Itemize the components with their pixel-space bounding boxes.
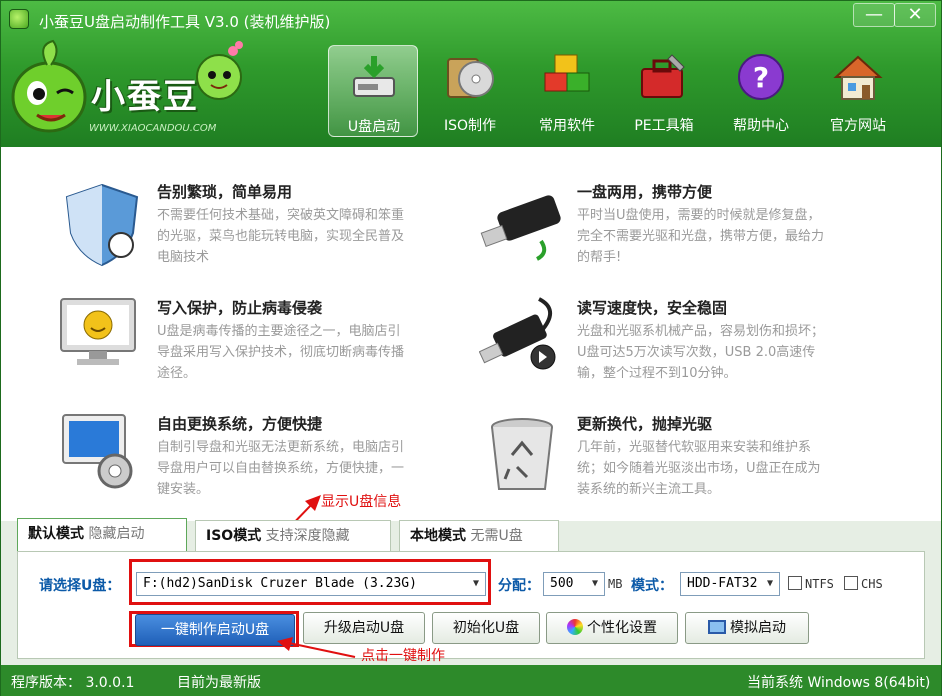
tab-main-label: ISO模式: [206, 528, 262, 544]
monitor-smiley-icon: [60, 298, 136, 365]
color-wheel-icon: [567, 619, 583, 635]
help-icon: ?: [738, 54, 784, 100]
nav-label: 官方网站: [830, 118, 886, 134]
nav-iso[interactable]: ISO制作: [425, 45, 515, 137]
mode-label: 模式：: [631, 578, 673, 594]
chevron-down-icon: ▼: [472, 578, 480, 589]
shield-icon: [65, 183, 139, 267]
chevron-down-icon: ▼: [591, 578, 599, 589]
toolbox-icon: [641, 54, 685, 98]
logo-text: 小蚕豆: [91, 77, 199, 117]
window-title: 小蚕豆U盘启动制作工具 V3.0 (装机维护版): [39, 13, 331, 31]
feature-write-protect: 写入保护，防止病毒侵袭 U盘是病毒传播的主要途径之一，电脑店引导盘采用写入保护技…: [59, 295, 479, 405]
simulate-label: 模拟启动: [730, 620, 786, 636]
annotation-click-make: 点击一键制作: [361, 648, 445, 664]
app-icon: [9, 9, 29, 29]
usb-drive-value: F:(hd2)SanDisk Cruzer Blade (3.23G): [143, 576, 417, 591]
feature-dual-use: 一盘两用，携带方便 平时当U盘使用，需要的时候就是修复盘，完全不需要光驱和光盘，…: [479, 181, 899, 291]
nav-pe-toolbox[interactable]: PE工具箱: [619, 45, 709, 137]
feature-desc: 光盘和光驱系机械产品，容易划伤和损坏；U盘可达5万次读写次数，USB 2.0高速…: [577, 324, 825, 381]
init-usb-button[interactable]: 初始化U盘: [432, 612, 540, 644]
feature-desc: U盘是病毒传播的主要途径之一，电脑店引导盘采用写入保护技术，彻底切断病毒传播途径…: [157, 324, 405, 381]
feature-title: 更新换代，抛掉光驱: [577, 415, 713, 433]
feature-desc: 不需要任何技术基础，突破英文障碍和笨重的光驱，菜鸟也能玩转电脑，实现全民普及电脑…: [157, 208, 405, 265]
header: 小蚕豆U盘启动制作工具 V3.0 (装机维护版) — ✕ 小蚕豆 WWW.XIA…: [1, 1, 941, 147]
feature-title: 读写速度快，安全稳固: [577, 299, 728, 317]
partition-select[interactable]: 500 ▼: [543, 572, 605, 596]
usb-stick-icon: [480, 195, 561, 261]
tab-local-mode[interactable]: 本地模式 无需U盘: [399, 520, 559, 552]
current-system-text: 当前系统 Windows 8(64bit): [747, 675, 931, 691]
personalize-button[interactable]: 个性化设置: [546, 612, 678, 644]
feature-title: 告别繁琐，简单易用: [157, 183, 293, 201]
tab-default-mode[interactable]: 默认模式 隐藏启动: [17, 518, 187, 552]
select-usb-label: 请选择U盘：: [39, 578, 121, 594]
usb-drive-select[interactable]: F:(hd2)SanDisk Cruzer Blade (3.23G) ▼: [136, 572, 486, 596]
minimize-button[interactable]: —: [853, 3, 895, 27]
tab-main-label: 默认模式: [28, 526, 84, 542]
computer-gear-icon: [62, 414, 133, 489]
partition-label: 分配：: [498, 578, 540, 594]
feature-desc: 平时当U盘使用，需要的时候就是修复盘，完全不需要光驱和光盘，携带方便，最给力的帮…: [577, 208, 825, 265]
status-bar: 程序版本： 3.0.0.1 目前为最新版 当前系统 Windows 8(64bi…: [1, 665, 941, 696]
nav-label: 常用软件: [539, 118, 595, 134]
home-icon: [833, 55, 883, 100]
logo-url: WWW.XIAOCANDOU.COM: [89, 123, 217, 134]
feature-title: 写入保护，防止病毒侵袭: [157, 299, 323, 317]
usb-cable-icon: [479, 297, 556, 370]
tab-iso-mode[interactable]: ISO模式 支持深度隐藏: [195, 520, 391, 552]
svg-text:?: ?: [753, 61, 769, 94]
mode-value: HDD-FAT32: [687, 576, 758, 591]
feature-replace-drive: 更新换代，抛掉光驱 几年前，光驱替代软驱用来安装和维护系统；如今随着光驱淡出市场…: [479, 409, 899, 519]
close-button[interactable]: ✕: [894, 3, 936, 27]
tab-sub-label: 无需U盘: [470, 528, 523, 544]
chs-checkbox[interactable]: [844, 576, 858, 590]
partition-value: 500: [550, 576, 574, 591]
software-cubes-icon: [544, 54, 590, 92]
nav-label: PE工具箱: [634, 118, 694, 134]
nav-label: 帮助中心: [733, 118, 789, 134]
feature-easy-to-use: 告别繁琐，简单易用 不需要任何技术基础，突破英文障碍和笨重的光驱，菜鸟也能玩转电…: [59, 181, 479, 291]
app-window: 小蚕豆U盘启动制作工具 V3.0 (装机维护版) — ✕ 小蚕豆 WWW.XIA…: [0, 0, 942, 696]
feature-fast-speed: 读写速度快，安全稳固 光盘和光驱系机械产品，容易划伤和损坏；U盘可达5万次读写次…: [479, 295, 899, 405]
nav-website[interactable]: 官方网站: [813, 45, 903, 137]
nav-software[interactable]: 常用软件: [522, 45, 612, 137]
tab-sub-label: 支持深度隐藏: [265, 528, 350, 544]
tab-main-label: 本地模式: [410, 528, 466, 544]
usb-drive-icon: [353, 56, 395, 97]
latest-version-text: 目前为最新版: [177, 675, 261, 691]
personalize-label: 个性化设置: [587, 620, 657, 636]
annotation-show-info: 显示U盘信息: [321, 494, 402, 510]
ntfs-label: NTFS: [805, 577, 834, 591]
feature-title: 一盘两用，携带方便: [577, 183, 713, 201]
partition-unit: MB: [608, 577, 623, 591]
feature-area: 告别繁琐，简单易用 不需要任何技术基础，突破英文障碍和笨重的光驱，菜鸟也能玩转电…: [1, 147, 941, 558]
nav-label: U盘启动: [347, 119, 401, 135]
recycle-bin-icon: [491, 418, 553, 490]
chevron-down-icon: ▼: [766, 578, 774, 589]
annotation-arrow-left: [277, 637, 356, 658]
monitor-icon: [708, 620, 726, 634]
ntfs-checkbox[interactable]: [788, 576, 802, 590]
mode-select[interactable]: HDD-FAT32 ▼: [680, 572, 780, 596]
chs-label: CHS: [861, 577, 883, 591]
nav-help[interactable]: ? 帮助中心: [716, 45, 806, 137]
feature-title: 自由更换系统，方便快捷: [157, 415, 323, 433]
feature-desc: 几年前，光驱替代软驱用来安装和维护系统；如今随着光驱淡出市场，U盘正在成为装系统…: [577, 440, 821, 497]
nav-usb-boot[interactable]: U盘启动: [328, 45, 418, 137]
iso-disc-icon: [447, 58, 494, 98]
version-text: 程序版本： 3.0.0.1: [11, 675, 135, 691]
simulate-boot-button[interactable]: 模拟启动: [685, 612, 809, 644]
nav-label: ISO制作: [443, 118, 497, 134]
tab-sub-label: 隐藏启动: [88, 526, 145, 542]
